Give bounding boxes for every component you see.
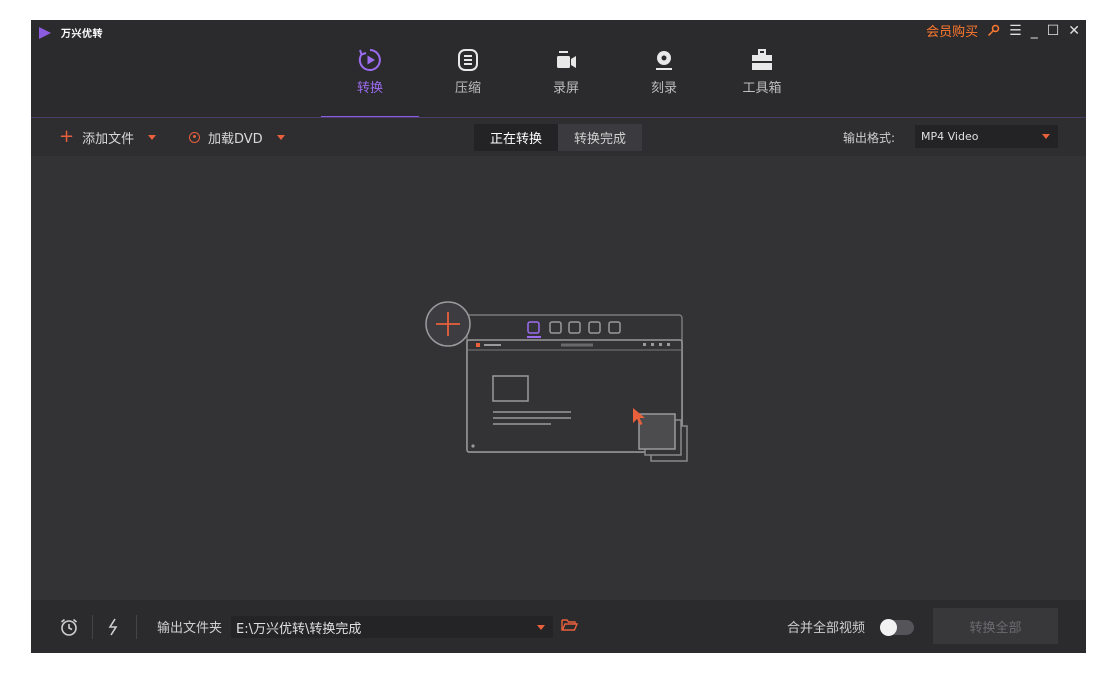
add-file-illustration[interactable] (423, 300, 693, 470)
output-format-value: MP4 Video (921, 130, 979, 143)
dvd-disc-icon (189, 131, 200, 143)
tab-toolbox[interactable]: 工具箱 (713, 20, 811, 118)
add-file-button[interactable]: + 添加文件 (59, 118, 157, 156)
main-nav: 转换 压缩 录屏 刻录 工具箱 (321, 20, 811, 118)
toggle-knob (880, 619, 897, 636)
alarm-clock-icon[interactable] (59, 600, 79, 653)
output-format-select[interactable]: MP4 Video (915, 125, 1058, 148)
toolbar: + 添加文件 加载DVD 正在转换 转换完成 输出格式: MP4 Video (31, 118, 1086, 156)
output-format-label: 输出格式: (843, 130, 896, 145)
chevron-down-icon[interactable] (148, 134, 157, 140)
toolbox-icon (750, 47, 774, 73)
window-controls: 会员购买 ☰ _ ☐ ✕ (926, 21, 1080, 41)
tab-compress[interactable]: 压缩 (419, 20, 517, 118)
lightning-icon[interactable] (107, 600, 119, 653)
plus-icon: + (59, 126, 75, 147)
tab-converting[interactable]: 正在转换 (474, 124, 558, 151)
tab-convert[interactable]: 转换 (321, 20, 419, 118)
burn-disc-icon (652, 47, 676, 73)
tab-burn[interactable]: 刻录 (615, 20, 713, 118)
load-dvd-label: 加载DVD (208, 131, 263, 147)
output-folder-select[interactable]: E:\万兴优转\转换完成 (231, 616, 553, 638)
maximize-button[interactable]: ☐ (1047, 23, 1060, 39)
tab-label: 转换 (356, 81, 383, 96)
tab-label: 录屏 (552, 81, 579, 96)
tab-label: 压缩 (454, 81, 481, 96)
app-name: 万兴优转 (61, 29, 103, 40)
key-icon[interactable] (987, 24, 1000, 37)
tab-label: 刻录 (650, 81, 677, 96)
chevron-down-icon (537, 624, 545, 630)
tab-record[interactable]: 录屏 (517, 20, 615, 118)
add-file-label: 添加文件 (82, 131, 135, 147)
tab-converted[interactable]: 转换完成 (558, 124, 642, 151)
compress-icon (456, 47, 480, 73)
app-logo: 万兴优转 (39, 25, 103, 40)
vip-purchase-link[interactable]: 会员购买 (926, 21, 978, 40)
footer: 输出文件夹 E:\万兴优转\转换完成 合并全部视频 转换全部 (31, 600, 1086, 653)
logo-play-icon (39, 26, 51, 39)
load-dvd-button[interactable]: 加载DVD (189, 118, 285, 156)
output-folder-label: 输出文件夹 (157, 621, 223, 636)
menu-icon[interactable]: ☰ (1009, 23, 1022, 39)
tab-label: 工具箱 (742, 81, 782, 96)
footer-divider (92, 615, 93, 639)
footer-divider (136, 615, 137, 639)
header: 万兴优转 会员购买 ☰ _ ☐ ✕ 转换 压缩 录屏 刻录 工具箱 (31, 20, 1086, 118)
chevron-down-icon[interactable] (276, 134, 285, 140)
open-folder-icon[interactable] (561, 618, 578, 632)
output-folder-path: E:\万兴优转\转换完成 (236, 621, 362, 637)
file-drop-area[interactable] (31, 156, 1086, 600)
merge-all-label: 合并全部视频 (787, 621, 866, 636)
merge-all-toggle[interactable] (880, 619, 914, 636)
convert-all-button[interactable]: 转换全部 (933, 608, 1058, 644)
app-window: 万兴优转 会员购买 ☰ _ ☐ ✕ 转换 压缩 录屏 刻录 工具箱 + 添加文件… (31, 20, 1086, 653)
convert-icon (357, 47, 383, 73)
record-screen-icon (554, 47, 578, 73)
close-button[interactable]: ✕ (1068, 23, 1080, 39)
conversion-status-tabs: 正在转换 转换完成 (474, 124, 642, 151)
chevron-down-icon (1042, 134, 1050, 139)
minimize-button[interactable]: _ (1031, 23, 1038, 39)
